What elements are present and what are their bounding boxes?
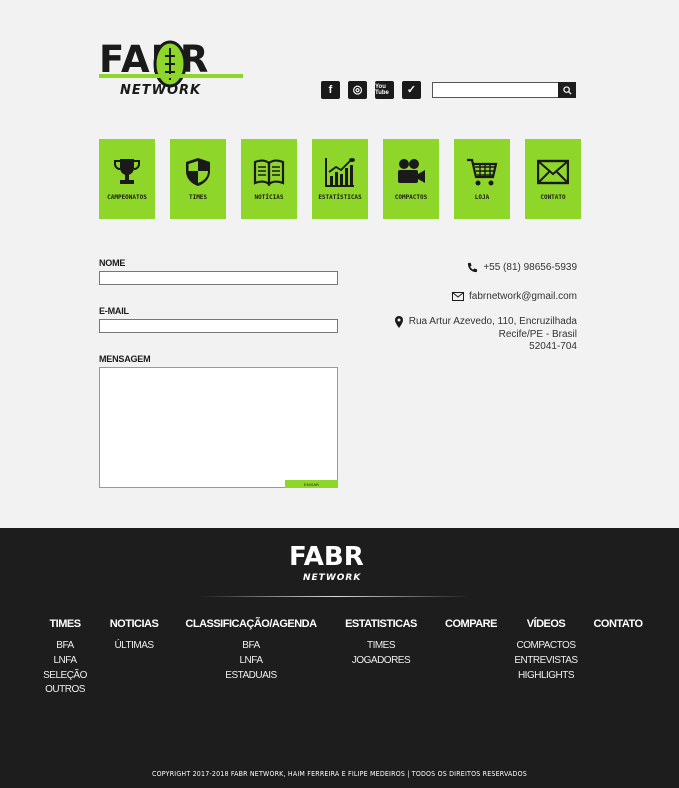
footer-logo-subtext: NETWORK bbox=[303, 573, 362, 583]
phone-number: +55 (81) 98656-5939 bbox=[483, 262, 577, 273]
nav-tile-compactos[interactable]: COMPACTOS bbox=[383, 139, 439, 219]
envelope-icon bbox=[452, 292, 465, 301]
footer-heading[interactable]: CLASSIFICAÇÃO/AGENDA bbox=[183, 618, 319, 630]
message-field[interactable] bbox=[99, 367, 338, 488]
footer-heading[interactable]: NOTICIAS bbox=[106, 618, 162, 630]
twitter-icon[interactable]: ✓ bbox=[402, 81, 421, 99]
nav-tile-label: CAMPEONATOS bbox=[107, 194, 147, 201]
footer-heading[interactable]: CONTATO bbox=[589, 618, 647, 630]
site-logo[interactable]: FABR NETWORK bbox=[99, 40, 243, 100]
location-pin-icon bbox=[394, 316, 403, 328]
nav-tile-label: NOTÍCIAS bbox=[254, 194, 284, 201]
cart-icon bbox=[467, 158, 498, 186]
footer-heading[interactable]: COMPARE bbox=[441, 618, 501, 630]
footer-link[interactable]: HIGHLIGHTS bbox=[511, 669, 581, 684]
social-links: f ◎ You Tube ✓ bbox=[321, 81, 421, 99]
nav-tile-label: CONTATO bbox=[540, 194, 566, 201]
nav-tile-noticias[interactable]: NOTÍCIAS bbox=[241, 139, 297, 219]
phone-line: +55 (81) 98656-5939 bbox=[394, 262, 577, 273]
footer-logo[interactable]: FABR NETWORK bbox=[289, 543, 391, 583]
footer-heading[interactable]: VÍDEOS bbox=[511, 618, 581, 630]
logo-band bbox=[99, 74, 243, 78]
search-button[interactable] bbox=[558, 82, 576, 98]
logo-subtext: NETWORK bbox=[120, 83, 202, 98]
footer-col-videos: VÍDEOS COMPACTOS ENTREVISTAS HIGHLIGHTS bbox=[511, 618, 581, 683]
camera-icon bbox=[398, 159, 425, 183]
footer-link[interactable]: OUTROS bbox=[42, 683, 88, 698]
search-input[interactable] bbox=[432, 82, 558, 98]
chart-icon bbox=[325, 158, 355, 187]
mail-icon bbox=[537, 159, 569, 185]
nav-tile-label: TIMES bbox=[188, 194, 208, 201]
footer-link[interactable]: ÚLTIMAS bbox=[106, 639, 162, 654]
footer-heading[interactable]: ESTATISTICAS bbox=[343, 618, 419, 630]
youtube-icon[interactable]: You Tube bbox=[375, 81, 394, 99]
email-address[interactable]: fabrnetwork@gmail.com bbox=[469, 291, 577, 302]
footer-link[interactable]: BFA bbox=[42, 639, 88, 654]
name-field[interactable] bbox=[99, 271, 338, 285]
nav-tile-estatisticas[interactable]: ESTATÍSTICAS bbox=[312, 139, 368, 219]
contact-form: NOME E-MAIL MENSAGEM ENVIAR bbox=[99, 258, 339, 488]
footer-col-times: TIMES BFA LNFA SELEÇÃO OUTROS bbox=[42, 618, 88, 698]
phone-icon bbox=[468, 262, 478, 273]
send-button[interactable]: ENVIAR bbox=[285, 480, 338, 488]
instagram-icon[interactable]: ◎ bbox=[348, 81, 367, 99]
email-line: fabrnetwork@gmail.com bbox=[394, 291, 577, 302]
footer-link[interactable]: ENTREVISTAS bbox=[511, 654, 581, 669]
footer-col-compare: COMPARE bbox=[441, 618, 501, 630]
address-zip: 52041-704 bbox=[529, 341, 577, 352]
nav-tile-loja[interactable]: LOJA bbox=[454, 139, 510, 219]
facebook-icon[interactable]: f bbox=[321, 81, 340, 99]
nav-tile-label: ESTATÍSTICAS bbox=[318, 194, 362, 201]
footer-link[interactable]: ESTADUAIS bbox=[183, 669, 319, 684]
address-city: Recife/PE - Brasil bbox=[498, 328, 577, 340]
name-label: NOME bbox=[99, 258, 126, 268]
email-label: E-MAIL bbox=[99, 306, 129, 316]
footer-link[interactable]: LNFA bbox=[183, 654, 319, 669]
footer-divider bbox=[200, 596, 470, 597]
footer-heading[interactable]: TIMES bbox=[42, 618, 88, 630]
footer-link[interactable]: BFA bbox=[183, 639, 319, 654]
email-field[interactable] bbox=[99, 319, 338, 333]
footer-link[interactable]: SELEÇÃO bbox=[42, 669, 88, 684]
address-street: Rua Artur Azevedo, 110, Encruzilhada bbox=[408, 316, 577, 327]
nav-tile-label: COMPACTOS bbox=[394, 194, 428, 201]
footer-col-contato: CONTATO bbox=[589, 618, 647, 630]
footer-link[interactable]: TIMES bbox=[343, 639, 419, 654]
footer-link[interactable]: COMPACTOS bbox=[511, 639, 581, 654]
footer-col-noticias: NOTICIAS ÚLTIMAS bbox=[106, 618, 162, 654]
trophy-icon bbox=[114, 159, 140, 184]
footer-link[interactable]: JOGADORES bbox=[343, 654, 419, 669]
footer-col-classificacao: CLASSIFICAÇÃO/AGENDA BFA LNFA ESTADUAIS bbox=[183, 618, 319, 683]
main-nav: CAMPEONATOS TIMES NOTÍCIAS ESTATÍSTICAS bbox=[99, 139, 581, 219]
footer: FABR NETWORK TIMES BFA LNFA SELEÇÃO OUTR… bbox=[0, 528, 679, 788]
search-icon bbox=[562, 85, 572, 95]
footer-link[interactable]: LNFA bbox=[42, 654, 88, 669]
footer-col-estatisticas: ESTATISTICAS TIMES JOGADORES bbox=[343, 618, 419, 669]
book-icon bbox=[253, 159, 285, 187]
message-label: MENSAGEM bbox=[99, 354, 151, 364]
nav-tile-label: LOJA bbox=[474, 194, 490, 201]
address-line: Rua Artur Azevedo, 110, Encruzilhada Rec… bbox=[394, 316, 577, 354]
footer-logo-text: FABR bbox=[289, 542, 364, 572]
search-bar bbox=[432, 82, 576, 98]
nav-tile-contato[interactable]: CONTATO bbox=[525, 139, 581, 219]
copyright-text: COPYRIGHT 2017-2018 FABR NETWORK, HAIM F… bbox=[152, 770, 527, 778]
contact-info: +55 (81) 98656-5939 fabrnetwork@gmail.co… bbox=[394, 262, 577, 354]
nav-tile-campeonatos[interactable]: CAMPEONATOS bbox=[99, 139, 155, 219]
nav-tile-times[interactable]: TIMES bbox=[170, 139, 226, 219]
shield-icon bbox=[186, 158, 210, 186]
